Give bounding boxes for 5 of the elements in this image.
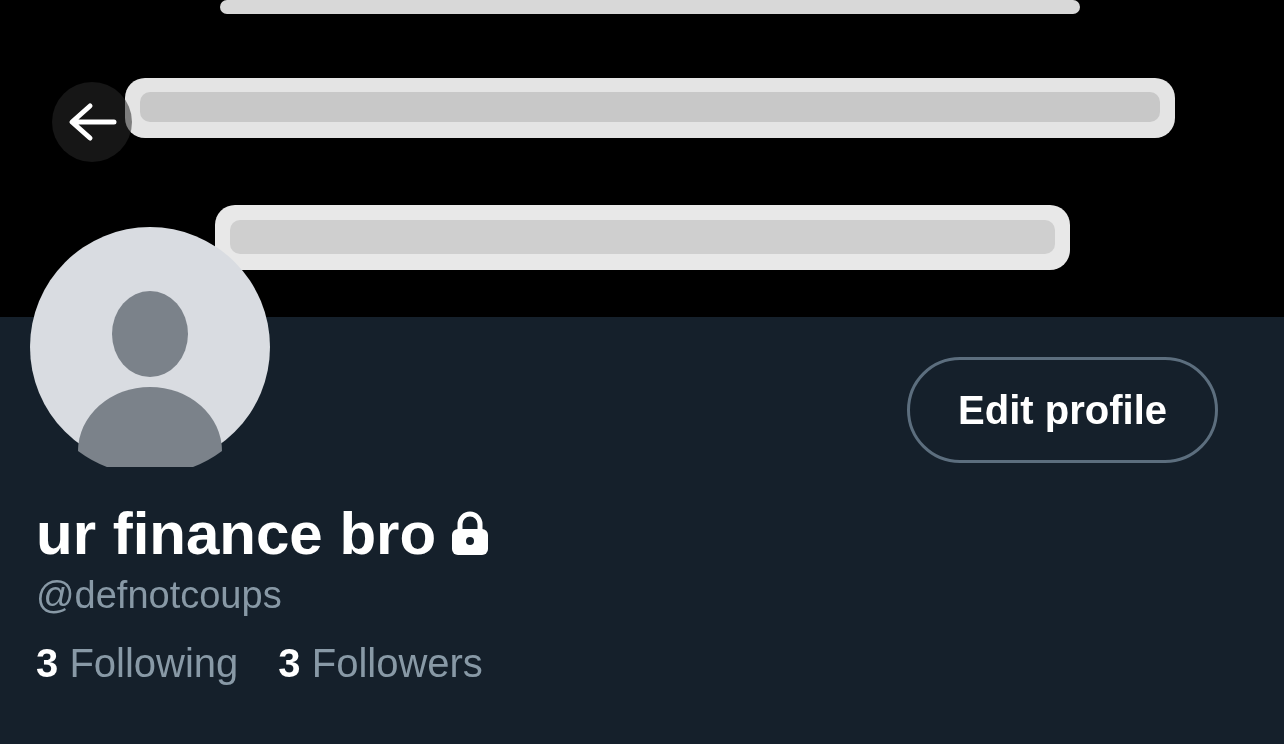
display-name: ur finance bro: [36, 499, 437, 568]
edit-profile-button[interactable]: Edit profile: [907, 357, 1218, 463]
username-handle: @defnotcoups: [36, 574, 283, 617]
stat-link[interactable]: 3 Followers: [278, 641, 483, 686]
stat-link[interactable]: 3 Following: [36, 641, 239, 686]
